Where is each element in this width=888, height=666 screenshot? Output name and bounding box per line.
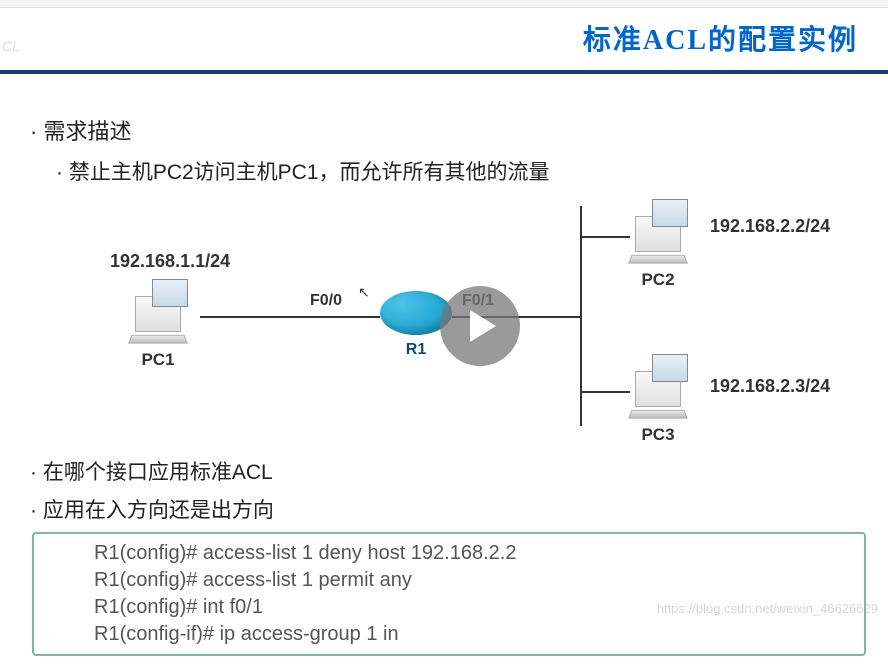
link-bus-pc2 — [580, 236, 630, 238]
code-line-4: R1(config-if)# ip access-group 1 in — [94, 621, 804, 648]
pc3-label: PC3 — [630, 425, 686, 445]
question-direction: 应用在入方向还是出方向 — [30, 494, 868, 524]
header: CL 标准ACL的配置实例 — [0, 8, 888, 68]
code-line-2: R1(config)# access-list 1 permit any — [94, 567, 804, 594]
pc3-ip: 192.168.2.3/24 — [710, 376, 830, 397]
mouse-cursor-icon: ↖ — [358, 284, 370, 301]
pc3-node: PC3 — [630, 371, 686, 445]
pc-icon — [135, 296, 181, 332]
slide-title: 标准ACL的配置实例 — [583, 18, 858, 58]
code-line-1: R1(config)# access-list 1 deny host 192.… — [94, 540, 804, 567]
iface-f00: F0/0 — [310, 292, 342, 310]
requirement-header: 需求描述 — [30, 114, 868, 146]
pc2-label: PC2 — [630, 270, 686, 290]
config-code-box: R1(config)# access-list 1 deny host 192.… — [32, 532, 866, 656]
link-bus-pc3 — [580, 391, 630, 393]
pc2-node: PC2 — [630, 216, 686, 290]
pc1-node: PC1 — [130, 296, 186, 370]
play-button[interactable] — [440, 286, 520, 366]
corner-watermark: CL — [2, 38, 20, 54]
content-area: 需求描述 禁止主机PC2访问主机PC1，而允许所有其他的流量 192.168.1… — [0, 74, 888, 666]
play-icon — [470, 310, 496, 342]
bus-line — [580, 206, 582, 426]
pc2-ip: 192.168.2.2/24 — [710, 216, 830, 237]
pc-icon — [635, 371, 681, 407]
router-label: R1 — [406, 341, 426, 359]
link-pc1-r1 — [200, 316, 380, 318]
pc1-ip: 192.168.1.1/24 — [110, 251, 230, 272]
pc-icon — [635, 216, 681, 252]
pc1-label: PC1 — [130, 350, 186, 370]
network-diagram: 192.168.1.1/24 PC1 F0/0 R1 F0/1 PC2 192. — [70, 196, 868, 456]
question-interface: 在哪个接口应用标准ACL — [30, 456, 868, 486]
top-strip — [0, 0, 888, 8]
source-watermark: https://blog.csdn.net/weixin_46626629 — [657, 601, 878, 616]
requirement-detail: 禁止主机PC2访问主机PC1，而允许所有其他的流量 — [56, 156, 868, 186]
